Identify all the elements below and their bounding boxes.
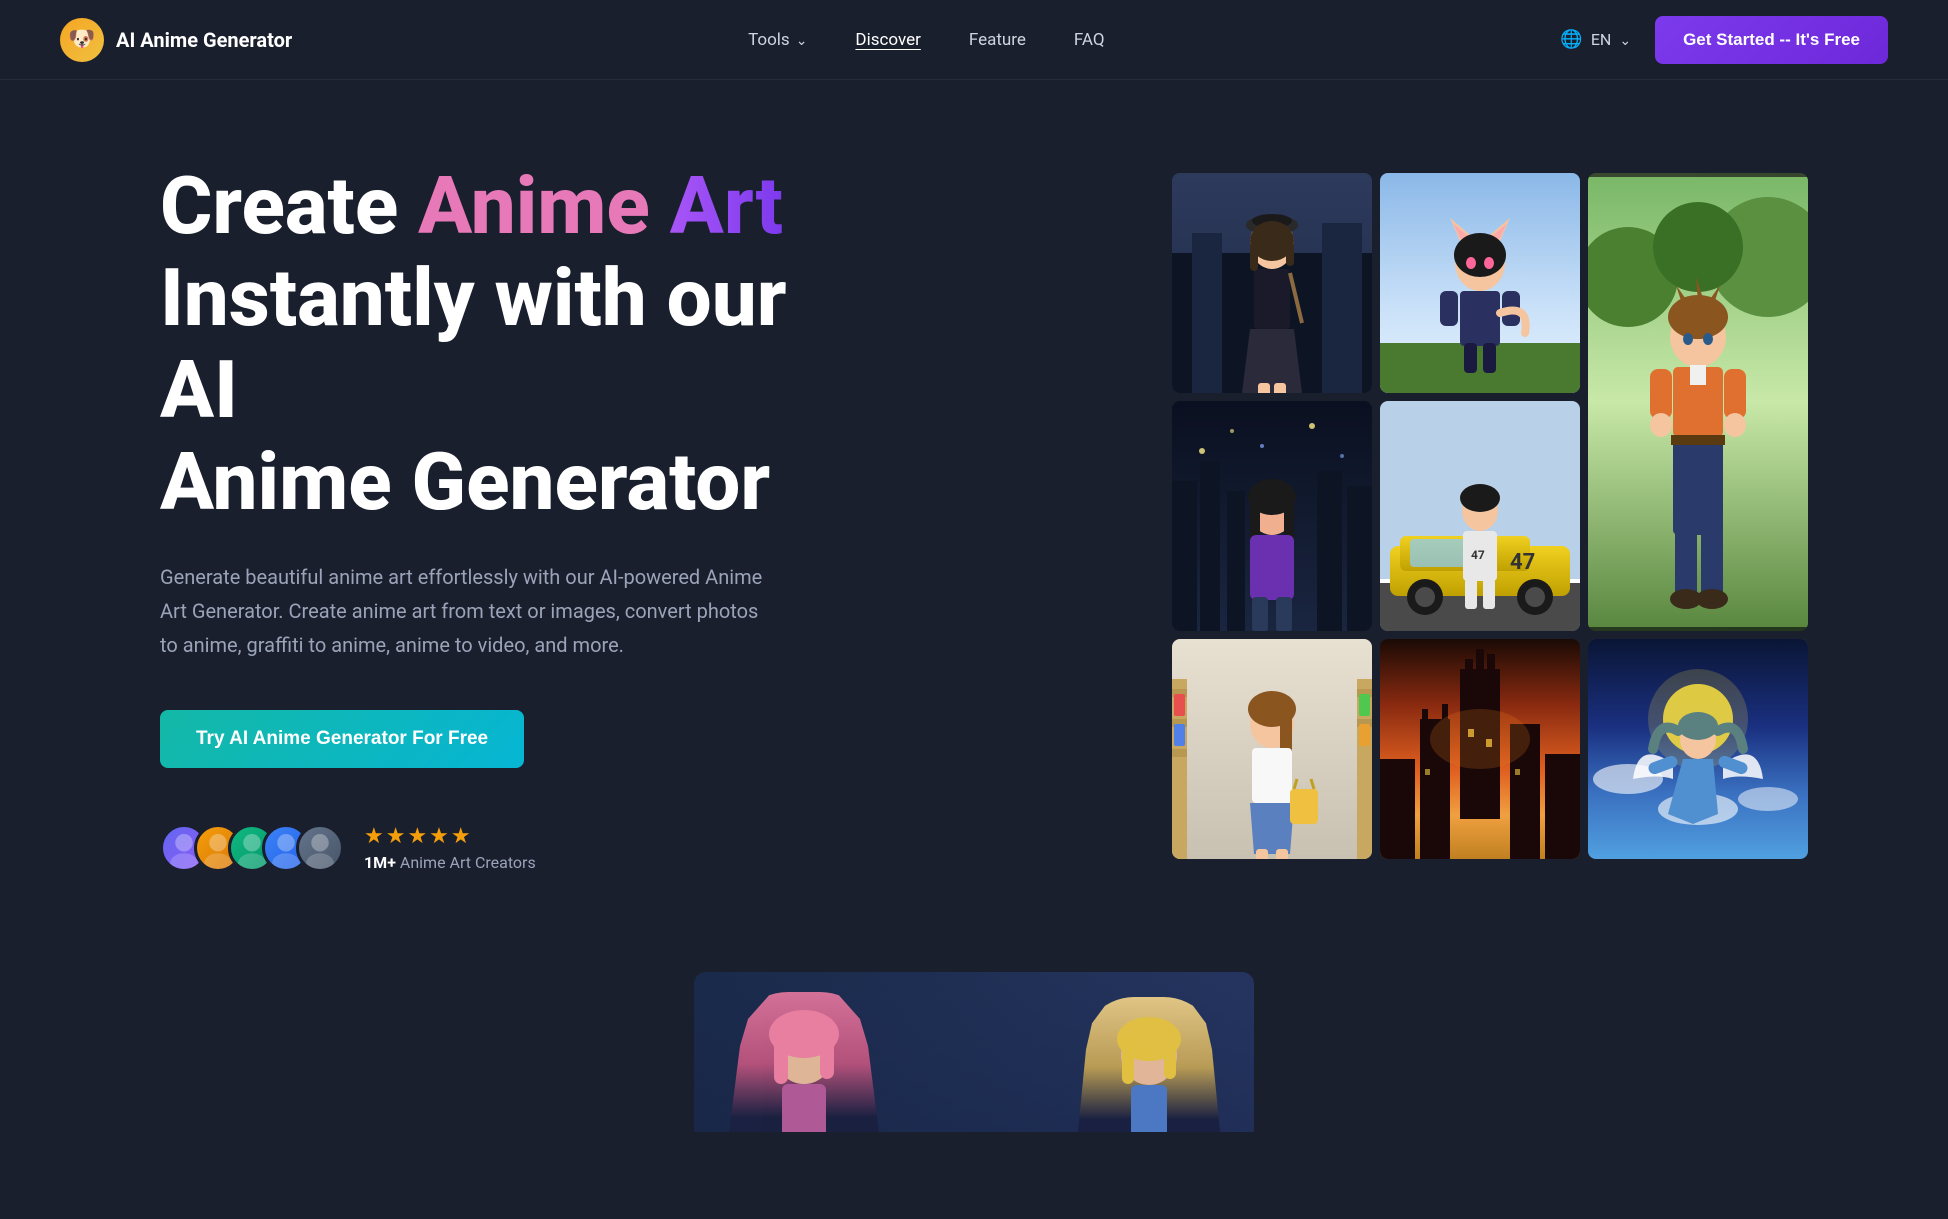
lang-chevron-icon: [1619, 30, 1631, 49]
title-word-create: Create: [160, 159, 398, 253]
get-started-button[interactable]: Get Started -- It's Free: [1655, 16, 1888, 64]
hero-title: Create Anime Art Instantly with our AI A…: [160, 160, 880, 528]
nav-right: EN Get Started -- It's Free: [1560, 16, 1888, 64]
title-line2: Instantly with our AI: [160, 251, 787, 437]
title-word-art: Art: [670, 159, 783, 253]
globe-icon: [1560, 29, 1582, 50]
gallery-image-8: [1380, 639, 1580, 859]
svg-text:47: 47: [1510, 550, 1535, 575]
gallery-image-3: [1588, 173, 1808, 631]
gallery-image-5: 47 47: [1380, 401, 1580, 631]
bottom-char-left: [724, 992, 884, 1132]
title-word-anime: Anime: [418, 159, 650, 253]
avatar-group: [160, 824, 344, 872]
gallery-image-9: [1172, 639, 1372, 859]
nav-center: Tools Discover Feature FAQ: [748, 30, 1105, 50]
bottom-teaser: [0, 932, 1948, 1132]
gallery-image-2: [1380, 173, 1580, 393]
hero-description: Generate beautiful anime art effortlessl…: [160, 560, 780, 662]
title-line3: Anime Generator: [160, 435, 770, 529]
nav-item-faq[interactable]: FAQ: [1074, 30, 1105, 50]
logo-text: AI Anime Generator: [116, 28, 292, 52]
hero-content: Create Anime Art Instantly with our AI A…: [160, 160, 880, 872]
creator-count: 1M+ Anime Art Creators: [364, 853, 536, 872]
bottom-char-right: [1074, 997, 1224, 1132]
hero-gallery: 47 47: [1172, 173, 1808, 859]
gallery-image-1: [1172, 173, 1372, 393]
nav-logo[interactable]: 🐶 AI Anime Generator: [60, 18, 292, 62]
logo-emoji: 🐶: [68, 27, 95, 52]
nav-item-discover[interactable]: Discover: [855, 30, 920, 50]
logo-icon: 🐶: [60, 18, 104, 62]
social-proof: ★★★★★ 1M+ Anime Art Creators: [160, 824, 880, 872]
bottom-teaser-image: [694, 972, 1254, 1132]
nav-item-feature[interactable]: Feature: [969, 30, 1026, 50]
proof-text: ★★★★★ 1M+ Anime Art Creators: [364, 824, 536, 872]
star-rating: ★★★★★: [364, 824, 536, 849]
gallery-image-6: [1172, 401, 1372, 631]
gallery-image-11: [1588, 639, 1808, 859]
tools-chevron-icon: [796, 30, 808, 50]
hero-section: Create Anime Art Instantly with our AI A…: [0, 80, 1948, 932]
avatar: [296, 824, 344, 872]
try-free-button[interactable]: Try AI Anime Generator For Free: [160, 710, 524, 768]
language-selector[interactable]: EN: [1560, 29, 1631, 50]
navbar: 🐶 AI Anime Generator Tools Discover Feat…: [0, 0, 1948, 80]
nav-item-tools[interactable]: Tools: [748, 30, 807, 50]
svg-text:47: 47: [1471, 548, 1485, 562]
